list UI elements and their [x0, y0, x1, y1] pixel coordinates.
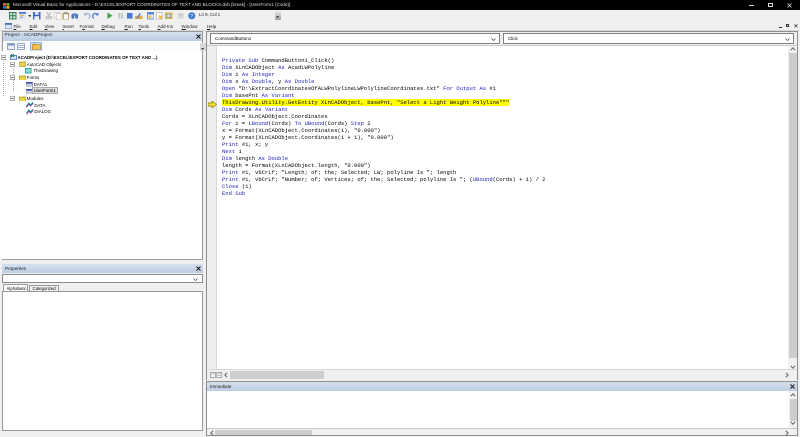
svg-text:?: ?: [190, 14, 193, 20]
